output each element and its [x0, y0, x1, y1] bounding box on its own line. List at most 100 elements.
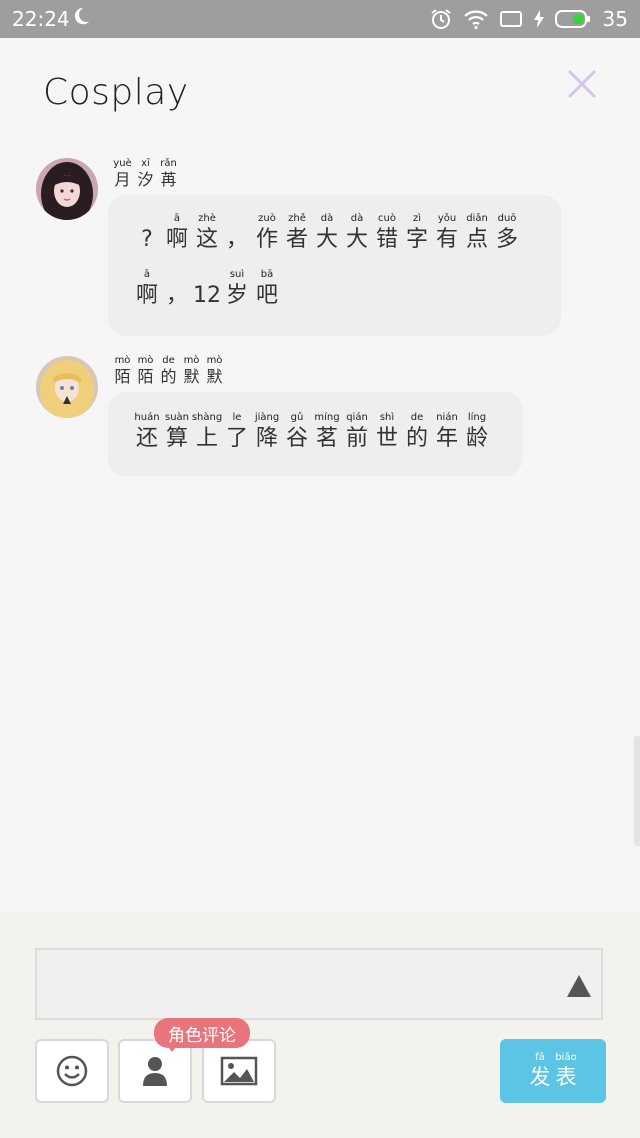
ruby-char: de 的	[157, 355, 180, 387]
avatar[interactable]	[36, 158, 98, 220]
triangle-up-icon[interactable]	[566, 974, 592, 998]
ruby-char: yǒu 有	[432, 213, 462, 255]
ruby-char: mò 陌	[111, 355, 134, 387]
ruby-char: dà 大	[312, 213, 342, 255]
hanzi: 吧	[255, 283, 278, 308]
avatar[interactable]	[36, 356, 98, 418]
message-author: yuè 月 xī 汐 rǎn 苒	[111, 158, 180, 190]
ruby-char: mò 默	[203, 355, 226, 387]
status-time: 22:24	[12, 7, 70, 31]
hanzi: ，	[225, 227, 248, 252]
ruby-char: bā 吧	[252, 269, 282, 311]
pinyin: mò	[114, 355, 131, 366]
pinyin: mò	[183, 355, 200, 366]
message-author: mò 陌 mò 陌 de 的 mò 默 mò 默	[111, 355, 226, 387]
pinyin: líng	[467, 412, 487, 423]
pinyin: cuò	[378, 213, 396, 224]
pinyin: shì	[379, 412, 395, 423]
ruby-char: shàng 上	[192, 412, 222, 454]
hanzi: 还	[135, 426, 158, 451]
ruby-char: shì 世	[372, 412, 402, 454]
battery-icon	[554, 10, 590, 28]
hanzi: 茗	[315, 426, 338, 451]
ruby-char: ā啊	[162, 213, 192, 255]
hanzi: 点	[465, 227, 488, 252]
pinyin: de	[410, 412, 424, 423]
publish-button[interactable]: fā 发 biǎo 表	[500, 1039, 606, 1103]
role-comment-button[interactable]	[118, 1039, 192, 1103]
ruby-char: biǎo 表	[553, 1052, 579, 1090]
side-drawer-handle[interactable]	[634, 736, 640, 846]
role-comment-tag-tail	[166, 1044, 178, 1052]
hanzi: 了	[225, 426, 248, 451]
ruby-char: jiàng 降	[252, 412, 282, 454]
page-title: Cosplay	[43, 72, 189, 113]
hanzi: 大	[345, 227, 368, 252]
hanzi: 陌	[114, 367, 131, 386]
ruby-char: mò 陌	[134, 355, 157, 387]
pinyin: bā	[260, 269, 274, 280]
hanzi: 苒	[160, 170, 177, 189]
ruby-char: mò 默	[180, 355, 203, 387]
ruby-char: ā啊	[132, 269, 162, 311]
pinyin: ā	[143, 269, 151, 280]
pinyin: suì	[229, 269, 245, 280]
hanzi: 的	[405, 426, 428, 451]
pinyin: jiàng	[254, 412, 280, 423]
ruby-char: ?	[132, 213, 162, 255]
hanzi: 啊	[135, 283, 158, 308]
hanzi: 龄	[465, 426, 488, 451]
ruby-char: zì 字	[402, 213, 432, 255]
hanzi: 有	[435, 227, 458, 252]
ruby-char: zuò 作	[252, 213, 282, 255]
hanzi: 算	[165, 426, 188, 451]
image-button[interactable]	[202, 1039, 276, 1103]
pinyin: fā	[535, 1052, 545, 1063]
charging-icon	[533, 10, 544, 28]
ruby-char: yuè 月	[111, 158, 134, 190]
pinyin: míng	[314, 412, 340, 423]
ruby-char: rǎn 苒	[157, 158, 180, 190]
person-icon	[143, 1057, 167, 1086]
ruby-char: suì 岁	[222, 269, 252, 311]
pinyin: xī	[141, 158, 150, 169]
pinyin: qián	[346, 412, 368, 423]
hanzi: ，	[165, 283, 188, 308]
pinyin: shàng	[191, 412, 223, 423]
pinyin: dà	[320, 213, 334, 224]
pinyin: zhě	[288, 213, 306, 224]
alarm-icon	[430, 9, 451, 29]
ruby-char: nián 年	[432, 412, 462, 454]
message-text-line: ? ā 啊 zhè 这， zuò 作 zhě 者 dà 大 dà 大 cuò 错 zì 字 yǒu 有 diǎn 点 du…	[132, 213, 522, 255]
composer-panel	[0, 912, 640, 1138]
ruby-char: le 了	[222, 412, 252, 454]
smiley-icon	[56, 1055, 88, 1087]
hanzi: 字	[405, 227, 428, 252]
comment-input[interactable]	[35, 948, 603, 1020]
pinyin: yǒu	[437, 213, 457, 224]
ruby-char: fā 发	[527, 1052, 553, 1090]
pinyin: ā	[173, 213, 181, 224]
avatar-girl-blonde-icon	[36, 356, 98, 418]
ruby-char: líng 龄	[462, 412, 492, 454]
ruby-char: diǎn 点	[462, 213, 492, 255]
ruby-char: qián 前	[342, 412, 372, 454]
hanzi: 的	[160, 367, 177, 386]
image-icon	[220, 1056, 258, 1086]
hanzi: 世	[375, 426, 398, 451]
ruby-char: míng 茗	[312, 412, 342, 454]
hanzi: 谷	[285, 426, 308, 451]
hanzi: 这	[195, 227, 218, 252]
pinyin: zì	[412, 213, 422, 224]
ruby-char: de 的	[402, 412, 432, 454]
ruby-char: cuò 错	[372, 213, 402, 255]
hanzi: 啊	[165, 227, 188, 252]
battery-level: 35	[602, 7, 628, 31]
emoji-button[interactable]	[35, 1039, 109, 1103]
screen-icon	[499, 11, 522, 27]
pinyin: de	[162, 355, 175, 366]
status-bar: 22:24 35	[0, 0, 640, 38]
close-icon[interactable]	[566, 68, 598, 100]
ruby-char: gǔ 谷	[282, 412, 312, 454]
pinyin: mò	[137, 355, 154, 366]
